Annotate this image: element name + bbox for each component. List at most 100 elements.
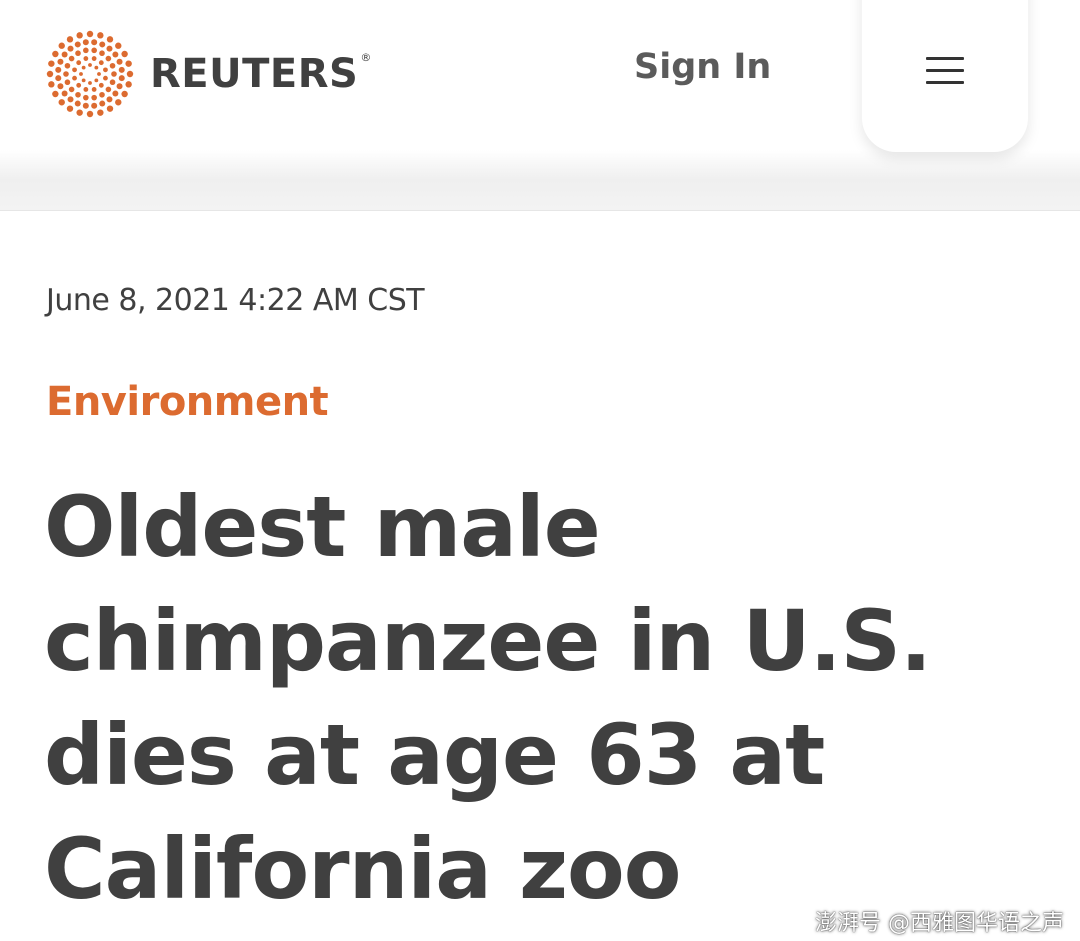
logo-dot: [74, 100, 81, 107]
site-header: REUTERS ® Sign In: [0, 0, 1080, 211]
logo-dot: [125, 60, 132, 67]
logo-dot: [98, 82, 104, 88]
logo-dot: [61, 51, 68, 58]
logo-dot: [103, 75, 108, 81]
brand-name: REUTERS ®: [150, 51, 372, 97]
logo-dot: [48, 60, 55, 67]
logo-dot: [52, 90, 59, 98]
logo-dot: [99, 100, 106, 107]
logo-dot: [76, 60, 82, 66]
logo-dot: [91, 87, 97, 92]
logo-dot: [76, 109, 83, 116]
logo-dot: [74, 41, 81, 48]
logo-dot: [97, 109, 104, 116]
logo-dot: [55, 66, 62, 73]
registered-mark: ®: [360, 51, 372, 64]
logo-dot: [111, 71, 117, 77]
logo-dot: [68, 86, 75, 93]
logo-dot: [83, 94, 89, 101]
logo-dot: [88, 81, 92, 85]
logo-dot: [75, 91, 81, 98]
logo-dot: [97, 32, 104, 39]
logo-dot: [105, 55, 112, 62]
sign-in-button[interactable]: Sign In: [634, 50, 771, 85]
logo-dot: [106, 96, 113, 103]
logo-dot: [112, 51, 119, 58]
logo-dot: [83, 56, 89, 61]
page: REUTERS ® Sign In June 8, 2021 4:22 AM CS…: [0, 0, 1080, 941]
logo-dot: [112, 90, 119, 97]
logo-dot: [99, 41, 106, 48]
logo-dot: [66, 36, 74, 43]
logo-dot: [61, 90, 68, 97]
logo-dot: [86, 110, 94, 118]
logo-dot: [91, 47, 97, 54]
logo-dot: [115, 99, 122, 106]
logo-dot: [48, 81, 55, 88]
logo-dot: [57, 83, 64, 90]
logo-dot: [116, 83, 123, 90]
logo-dot: [83, 47, 89, 54]
logo-dot: [68, 55, 75, 62]
logo-dot: [88, 63, 92, 67]
logo-dot: [98, 60, 104, 66]
hamburger-menu-icon: [926, 57, 964, 85]
logo-dot: [103, 67, 108, 73]
logo-dot: [55, 75, 62, 82]
logo-dot: [106, 45, 113, 52]
logo-dot: [83, 87, 89, 92]
logo-dot: [58, 42, 65, 49]
logo-dot: [46, 70, 54, 78]
logo-dot: [81, 65, 86, 70]
logo-dot: [91, 102, 98, 109]
logo-dot: [99, 91, 105, 98]
logo-dot: [82, 102, 89, 109]
logo-dot: [121, 50, 128, 58]
logo-dot: [121, 90, 128, 98]
logo-dot: [64, 62, 71, 69]
logo-dot: [67, 45, 74, 52]
logo-dot: [52, 50, 59, 58]
logo-dot: [97, 72, 101, 76]
logo-dot: [125, 81, 132, 88]
logo-dot: [116, 58, 123, 65]
logo-dot: [118, 66, 125, 73]
logo-dot: [126, 70, 134, 78]
logo-dot: [99, 50, 105, 57]
logo-dot: [76, 82, 82, 88]
menu-icon-bar: [926, 57, 964, 60]
logo-dot: [66, 105, 74, 112]
article-dateline: June 8, 2021 4:22 AM CST: [46, 283, 425, 318]
reuters-logo-link[interactable]: REUTERS ®: [46, 30, 372, 118]
logo-dot: [72, 67, 77, 73]
reuters-logo-icon: [46, 30, 134, 118]
logo-dot: [58, 99, 65, 106]
logo-dot: [91, 39, 98, 46]
logo-dot: [106, 105, 114, 112]
logo-dot: [75, 50, 81, 57]
logo-dot: [81, 78, 86, 83]
logo-dot: [57, 58, 64, 65]
logo-dot: [76, 32, 83, 39]
logo-dot: [118, 75, 125, 82]
logo-dot: [82, 39, 89, 46]
logo-dot: [94, 65, 99, 70]
logo-dot: [72, 75, 77, 81]
brand-name-text: REUTERS: [150, 51, 359, 97]
logo-dot: [63, 71, 69, 77]
logo-dot: [64, 79, 71, 86]
logo-dot: [67, 96, 74, 103]
logo-dot: [106, 36, 114, 43]
logo-dot: [91, 56, 97, 61]
logo-dot: [109, 79, 116, 86]
logo-dot: [94, 78, 99, 83]
section-link-environment[interactable]: Environment: [46, 382, 329, 422]
logo-dot: [105, 86, 112, 93]
menu-icon-bar: [926, 69, 964, 72]
article-headline: Oldest male chimpanzee in U.S. dies at a…: [44, 478, 932, 918]
logo-dot: [79, 72, 83, 76]
menu-button[interactable]: [862, 0, 1028, 152]
logo-dot: [115, 42, 122, 49]
menu-icon-bar: [926, 81, 964, 84]
logo-dot: [91, 94, 97, 101]
